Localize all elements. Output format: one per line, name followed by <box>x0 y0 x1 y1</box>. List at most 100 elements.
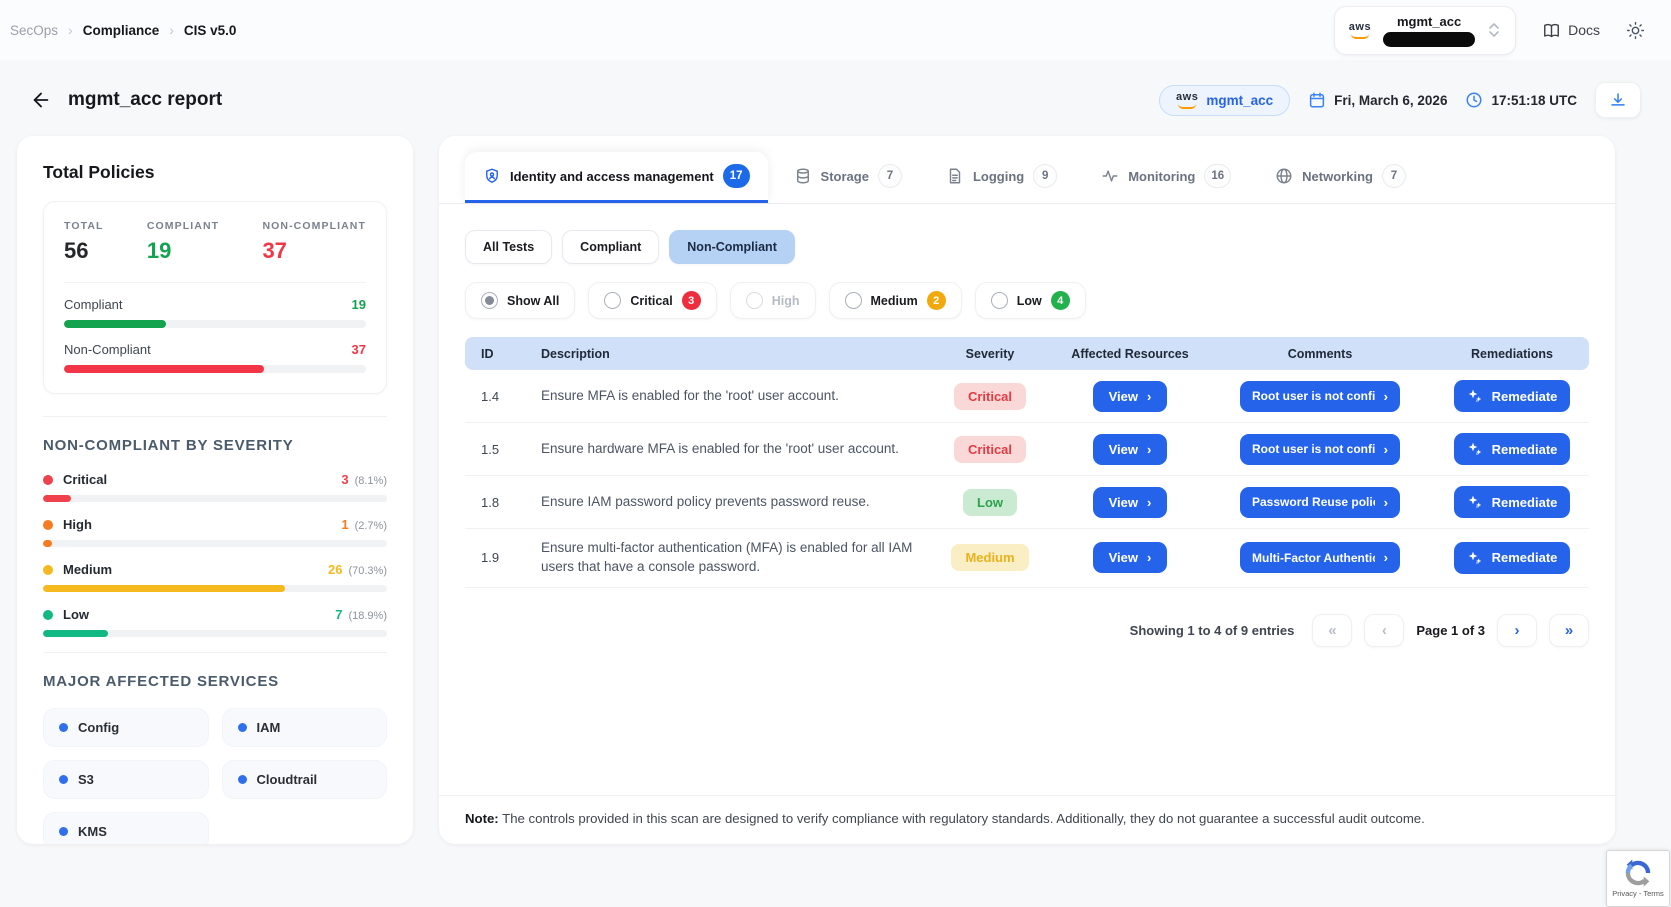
compliant-progressbar <box>64 320 366 328</box>
filter-chip[interactable]: Non-Compliant <box>669 230 795 264</box>
view-resources-button[interactable]: View› <box>1093 542 1168 573</box>
chevron-right-icon: › <box>1147 389 1151 404</box>
service-dot-icon <box>238 723 247 732</box>
tab-logging[interactable]: Logging 9 <box>928 152 1075 203</box>
page-header: mgmt_acc report aws mgmt_acc Fri, March … <box>0 60 1671 122</box>
count-badge: 4 <box>1051 291 1070 310</box>
compliance-filters: All Tests Compliant Non-Compliant <box>465 230 1589 264</box>
severity-progressbar <box>43 630 387 637</box>
account-chip[interactable]: aws mgmt_acc <box>1159 85 1290 116</box>
breadcrumb-compliance[interactable]: Compliance <box>83 23 160 38</box>
sun-icon <box>1626 21 1645 40</box>
stat-compliant: COMPLIANT 19 <box>147 220 219 264</box>
redacted-account-id <box>1383 32 1475 47</box>
non-compliant-bar-row: Non-Compliant 37 <box>64 342 366 357</box>
theme-toggle[interactable] <box>1626 21 1645 40</box>
sparkles-icon <box>1467 494 1483 510</box>
service-pill[interactable]: Config <box>43 708 209 747</box>
comment-button[interactable]: Multi-Factor Authentic...› <box>1240 542 1400 573</box>
radio-icon <box>845 292 862 309</box>
service-pill[interactable]: IAM <box>222 708 388 747</box>
comment-button[interactable]: Password Reuse policy i...› <box>1240 487 1400 518</box>
compliant-bar-row: Compliant 19 <box>64 297 366 312</box>
severity-filter-chip[interactable]: Medium 2 <box>829 282 962 319</box>
service-pill[interactable]: Cloudtrail <box>222 760 388 799</box>
sparkles-icon <box>1467 550 1483 566</box>
stat-non-compliant: NON-COMPLIANT 37 <box>262 220 366 264</box>
view-resources-button[interactable]: View› <box>1093 381 1168 412</box>
radio-icon <box>991 292 1008 309</box>
severity-badge: Medium <box>951 544 1028 571</box>
divider <box>43 652 387 653</box>
next-page-button[interactable]: › <box>1497 614 1537 647</box>
sparkles-icon <box>1467 388 1483 404</box>
tab-count-badge: 7 <box>1382 164 1406 188</box>
last-page-button[interactable]: » <box>1549 614 1589 647</box>
view-resources-button[interactable]: View› <box>1093 434 1168 465</box>
remediate-button[interactable]: Remediate <box>1454 433 1571 465</box>
remediate-button[interactable]: Remediate <box>1454 380 1571 412</box>
remediate-button[interactable]: Remediate <box>1454 486 1571 518</box>
divider <box>43 416 387 417</box>
total-policies-card: TOTAL 56 COMPLIANT 19 NON-COMPLIANT 37 C… <box>43 201 387 394</box>
account-selector[interactable]: aws mgmt_acc <box>1334 6 1516 55</box>
category-tabs: Identity and access management 17 Storag… <box>439 136 1615 204</box>
severity-filter-chip[interactable]: Low 4 <box>975 282 1086 319</box>
severity-stat: Low 7 (18.9%) <box>43 607 387 637</box>
stat-total: TOTAL 56 <box>64 220 104 264</box>
remediate-button[interactable]: Remediate <box>1454 542 1571 574</box>
severity-filter-chip[interactable]: Show All <box>465 282 575 319</box>
tab-count-badge: 16 <box>1204 164 1231 188</box>
tab-monitoring[interactable]: Monitoring 16 <box>1083 152 1249 203</box>
first-page-button[interactable]: « <box>1312 614 1352 647</box>
document-icon <box>946 167 964 185</box>
chevron-right-icon: › <box>1384 495 1388 510</box>
severity-dot-icon <box>43 520 53 530</box>
tab-networking[interactable]: Networking 7 <box>1257 152 1424 203</box>
prev-page-button[interactable]: ‹ <box>1364 614 1404 647</box>
summary-sidebar: Total Policies TOTAL 56 COMPLIANT 19 NON… <box>17 136 413 844</box>
docs-link[interactable]: Docs <box>1542 21 1600 40</box>
severity-dot-icon <box>43 475 53 485</box>
service-pill[interactable]: KMS <box>43 812 209 844</box>
globe-icon <box>1275 167 1293 185</box>
severity-filter-chip[interactable]: High <box>730 282 816 319</box>
chevron-right-icon: › <box>1147 550 1151 565</box>
filter-chip[interactable]: Compliant <box>562 230 659 264</box>
tab-identity-and-access-management[interactable]: Identity and access management 17 <box>465 152 768 203</box>
chevron-right-icon: › <box>1384 389 1388 404</box>
calendar-icon <box>1308 91 1326 109</box>
recaptcha-terms-link[interactable]: Privacy - Terms <box>1612 889 1664 898</box>
row-id: 1.9 <box>465 550 525 565</box>
row-id: 1.4 <box>465 389 525 404</box>
radio-icon <box>604 292 621 309</box>
comment-button[interactable]: Root user is not configu...› <box>1240 434 1400 465</box>
severity-stat: Medium 26 (70.3%) <box>43 562 387 592</box>
service-pill[interactable]: S3 <box>43 760 209 799</box>
breadcrumb-cis[interactable]: CIS v5.0 <box>184 23 237 38</box>
report-panel: Identity and access management 17 Storag… <box>439 136 1615 844</box>
report-time: 17:51:18 UTC <box>1465 91 1577 109</box>
comment-button[interactable]: Root user is not configu...› <box>1240 381 1400 412</box>
breadcrumb-secops[interactable]: SecOps <box>10 23 58 38</box>
service-dot-icon <box>59 775 68 784</box>
severity-progressbar <box>43 540 387 547</box>
severity-filters: Show All Critical 3 High Mediu <box>465 282 1589 319</box>
severity-progressbar <box>43 495 387 502</box>
back-button[interactable] <box>30 89 52 111</box>
severity-stat: Critical 3 (8.1%) <box>43 472 387 502</box>
recaptcha-badge[interactable]: Privacy - Terms <box>1606 850 1670 907</box>
severity-badge: Low <box>963 489 1017 516</box>
table-row: 1.8 Ensure IAM password policy prevents … <box>465 476 1589 529</box>
filter-chip[interactable]: All Tests <box>465 230 552 264</box>
account-chip-label: mgmt_acc <box>1206 93 1273 108</box>
view-resources-button[interactable]: View› <box>1093 487 1168 518</box>
row-description: Ensure IAM password policy prevents pass… <box>525 493 925 512</box>
download-button[interactable] <box>1595 82 1641 118</box>
report-date: Fri, March 6, 2026 <box>1308 91 1447 109</box>
severity-filter-chip[interactable]: Critical 3 <box>588 282 716 319</box>
tab-count-badge: 17 <box>723 164 750 188</box>
tab-storage[interactable]: Storage 7 <box>776 152 920 203</box>
chevron-right-icon: › <box>169 22 174 38</box>
severity-dot-icon <box>43 565 53 575</box>
